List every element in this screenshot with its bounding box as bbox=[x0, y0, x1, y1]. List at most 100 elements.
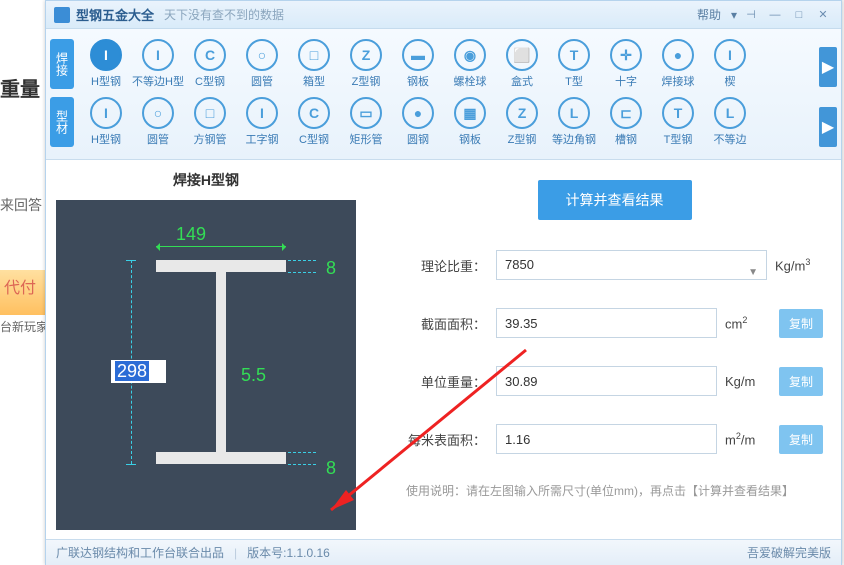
chevron-down-icon: ▼ bbox=[748, 259, 758, 287]
bg-text: 来回答 bbox=[0, 195, 42, 215]
density-unit: Kg/m3 bbox=[775, 257, 823, 273]
dim-tick-icon bbox=[126, 260, 136, 261]
tool-圆钢[interactable]: ● 圆钢 bbox=[392, 95, 444, 149]
tool-label: Z型钢 bbox=[508, 131, 537, 147]
toolbar: 焊接 IH型钢I不等边H型CC型钢○圆管□箱型ZZ型钢▬钢板◉螺栓球⬜盒式TT型… bbox=[46, 29, 841, 160]
tool-矩形管[interactable]: ▭矩形管 bbox=[340, 95, 392, 149]
density-dropdown[interactable]: 7850▼ bbox=[496, 250, 767, 280]
tool-钢板[interactable]: ▬ 钢板 bbox=[392, 37, 444, 91]
shape-icon: C bbox=[194, 39, 226, 71]
category-welding[interactable]: 焊接 bbox=[50, 39, 74, 89]
tool-label: C型钢 bbox=[195, 73, 225, 89]
dim-tick-icon bbox=[288, 260, 316, 261]
surface-label: 每米表面积： bbox=[406, 430, 486, 449]
tool-C型钢[interactable]: C C型钢 bbox=[184, 37, 236, 91]
area-unit: cm2 bbox=[725, 315, 773, 331]
tool-等边角钢[interactable]: L等边角钢 bbox=[548, 95, 600, 149]
tool-label: Z型钢 bbox=[352, 73, 381, 89]
maximize-button[interactable]: □ bbox=[789, 7, 809, 23]
status-version: 版本号:1.1.0.16 bbox=[247, 544, 330, 561]
shape-icon: I bbox=[142, 39, 174, 71]
tool-label: T型钢 bbox=[664, 131, 693, 147]
shape-icon: ⊏ bbox=[610, 97, 642, 129]
tool-H型钢[interactable]: IH型钢 bbox=[80, 37, 132, 91]
copy-button[interactable]: 复制 bbox=[779, 425, 823, 454]
shape-icon: ▭ bbox=[350, 97, 382, 129]
tool-圆管[interactable]: ○圆管 bbox=[236, 37, 288, 91]
tool-T型[interactable]: TT型 bbox=[548, 37, 600, 91]
calculate-button[interactable]: 计算并查看结果 bbox=[538, 180, 692, 220]
close-button[interactable]: ✕ bbox=[813, 7, 833, 23]
shape-icon: L bbox=[558, 97, 590, 129]
help-link[interactable]: 帮助 bbox=[697, 6, 721, 23]
tool-label: 钢板 bbox=[407, 73, 429, 89]
copy-button[interactable]: 复制 bbox=[779, 309, 823, 338]
pin-button[interactable]: ⊣ bbox=[741, 7, 761, 23]
dim-flange-bot[interactable]: 8 bbox=[326, 458, 336, 479]
usage-hint: 使用说明：请在左图输入所需尺寸(单位mm)，再点击【计算并查看结果】 bbox=[406, 482, 823, 499]
dim-height-input[interactable]: 298 bbox=[111, 360, 166, 383]
shape-icon: I bbox=[714, 39, 746, 71]
tool-label: 圆钢 bbox=[407, 131, 429, 147]
tool-不等边H型[interactable]: I 不等边H型 bbox=[132, 37, 184, 91]
surface-input[interactable] bbox=[496, 424, 717, 454]
scroll-right-button[interactable]: ▶ bbox=[819, 107, 837, 147]
tool-label: H型钢 bbox=[91, 73, 121, 89]
shape-icon: I bbox=[246, 97, 278, 129]
status-vendor: 广联达钢结构和工作台联合出品 bbox=[56, 544, 224, 561]
tool-label: 工字钢 bbox=[246, 131, 279, 147]
tool-盒式[interactable]: ⬜盒式 bbox=[496, 37, 548, 91]
shape-icon: T bbox=[662, 97, 694, 129]
shape-icon: ▬ bbox=[402, 39, 434, 71]
weight-input[interactable] bbox=[496, 366, 717, 396]
dim-width[interactable]: 149 bbox=[176, 224, 206, 245]
tool-label: 不等边 bbox=[714, 131, 747, 147]
dim-web[interactable]: 5.5 bbox=[241, 365, 266, 386]
tool-箱型[interactable]: □箱型 bbox=[288, 37, 340, 91]
tool-Z型钢[interactable]: ZZ型钢 bbox=[340, 37, 392, 91]
form-panel: 计算并查看结果 理论比重： 7850▼ Kg/m3 截面面积： cm2 复制 单… bbox=[366, 160, 841, 539]
weight-unit: Kg/m bbox=[725, 374, 773, 389]
tool-工字钢[interactable]: I 工字钢 bbox=[236, 95, 288, 149]
diagram-title: 焊接H型钢 bbox=[56, 170, 356, 190]
tool-label: 圆管 bbox=[147, 131, 169, 147]
tool-H型钢[interactable]: IH型钢 bbox=[80, 95, 132, 149]
copy-button[interactable]: 复制 bbox=[779, 367, 823, 396]
shape-icon: ● bbox=[662, 39, 694, 71]
tool-钢板[interactable]: ▦钢板 bbox=[444, 95, 496, 149]
shape-icon: ● bbox=[402, 97, 434, 129]
shape-icon: ◉ bbox=[454, 39, 486, 71]
bg-ad: 代付 bbox=[0, 270, 45, 315]
dim-tick-icon bbox=[288, 464, 316, 465]
tool-不等边[interactable]: L不等边 bbox=[704, 95, 756, 149]
tool-C型钢[interactable]: CC型钢 bbox=[288, 95, 340, 149]
tool-Z型钢[interactable]: ZZ型钢 bbox=[496, 95, 548, 149]
area-input[interactable] bbox=[496, 308, 717, 338]
shape-icon: □ bbox=[194, 97, 226, 129]
category-profile[interactable]: 型材 bbox=[50, 97, 74, 147]
dim-flange-top[interactable]: 8 bbox=[326, 258, 336, 279]
bg-text: 重量 bbox=[0, 73, 40, 102]
h-beam-diagram: 149 298 5.5 8 8 bbox=[56, 200, 356, 530]
tool-楔[interactable]: I楔 bbox=[704, 37, 756, 91]
tool-圆管[interactable]: ○圆管 bbox=[132, 95, 184, 149]
shape-icon: ✛ bbox=[610, 39, 642, 71]
dropdown-icon[interactable]: ▾ bbox=[731, 8, 737, 22]
tool-label: C型钢 bbox=[299, 131, 329, 147]
app-title: 型钢五金大全 bbox=[76, 5, 154, 24]
dim-tick-icon bbox=[288, 272, 316, 273]
area-label: 截面面积： bbox=[406, 314, 486, 333]
tool-焊接球[interactable]: ●焊接球 bbox=[652, 37, 704, 91]
scroll-right-button[interactable]: ▶ bbox=[819, 47, 837, 87]
tool-方钢管[interactable]: □ 方钢管 bbox=[184, 95, 236, 149]
tool-T型钢[interactable]: T T型钢 bbox=[652, 95, 704, 149]
shape-icon: ▦ bbox=[454, 97, 486, 129]
tool-label: 不等边H型 bbox=[132, 73, 184, 89]
minimize-button[interactable]: — bbox=[765, 7, 785, 23]
tool-槽钢[interactable]: ⊏槽钢 bbox=[600, 95, 652, 149]
app-subtitle: 天下没有查不到的数据 bbox=[164, 6, 284, 23]
tool-十字[interactable]: ✛十字 bbox=[600, 37, 652, 91]
tool-label: 方钢管 bbox=[194, 131, 227, 147]
tool-螺栓球[interactable]: ◉螺栓球 bbox=[444, 37, 496, 91]
diagram-panel: 焊接H型钢 149 298 5.5 8 8 bbox=[46, 160, 366, 539]
